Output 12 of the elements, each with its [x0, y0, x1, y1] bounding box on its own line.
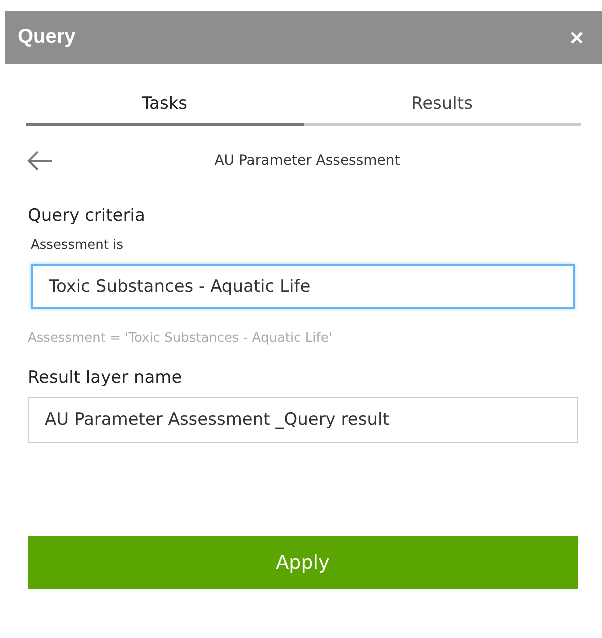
back-arrow-icon[interactable]: [27, 151, 53, 171]
section-heading: Result layer name: [28, 368, 182, 388]
task-title: AU Parameter Assessment: [214, 153, 402, 169]
section-heading: Query criteria: [28, 206, 146, 226]
query-expression: Assessment = 'Toxic Substances - Aquatic Life': [28, 331, 332, 346]
input-field[interactable]: Toxic Substances - Aquatic Life: [31, 264, 575, 309]
field-label: Assessment is: [31, 238, 124, 253]
close-icon[interactable]: [569, 30, 585, 46]
tab[interactable]: Results: [304, 86, 581, 126]
input-field[interactable]: AU Parameter Assessment _Query result: [28, 397, 578, 443]
tab[interactable]: Tasks: [26, 86, 304, 126]
window-title: Query: [18, 26, 76, 49]
